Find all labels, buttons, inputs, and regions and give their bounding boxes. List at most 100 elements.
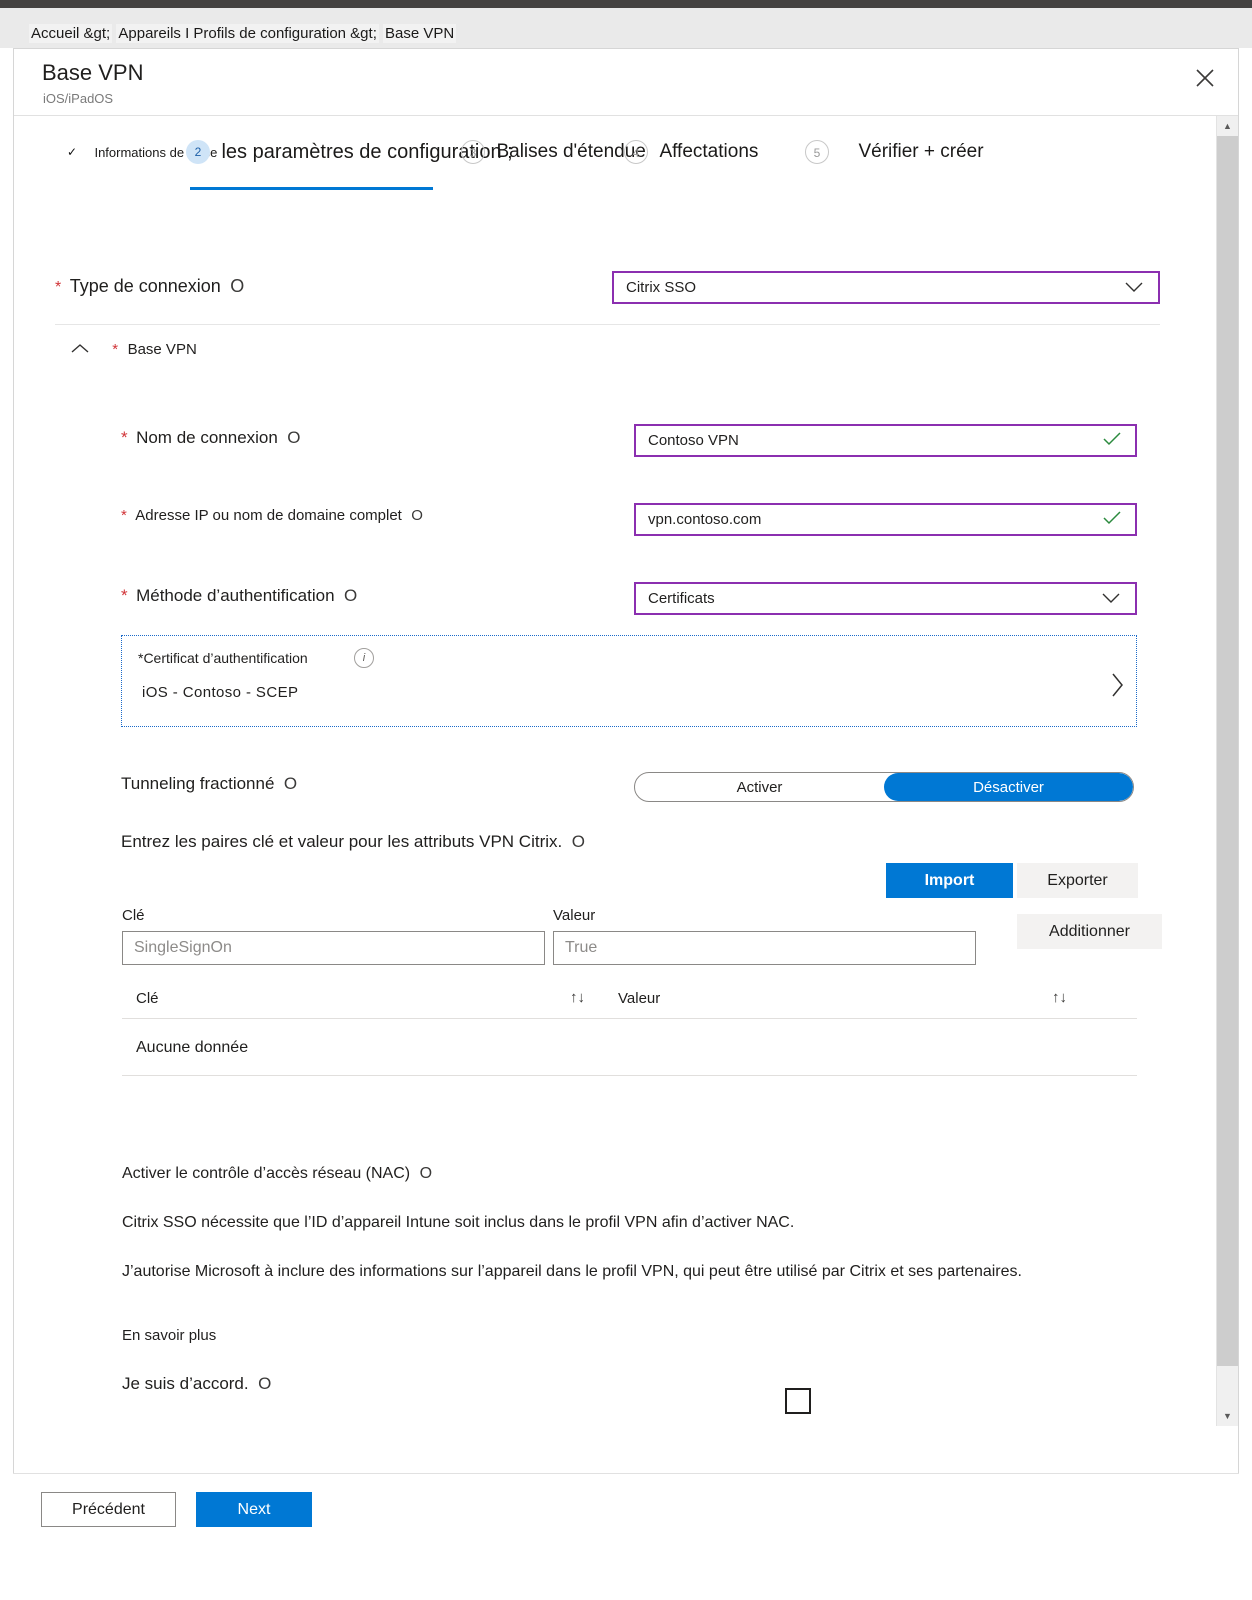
tab-label: Vérifier + créer (858, 141, 984, 162)
connection-type-label: * Type de connexion O (55, 276, 244, 297)
chevron-up-icon (69, 338, 96, 359)
info-icon[interactable]: O (284, 774, 297, 793)
label-text: Type de connexion (69, 276, 221, 296)
agree-label: Je suis d’accord. O (122, 1369, 271, 1400)
required-asterisk: * (55, 279, 62, 296)
breadcrumb: Accueil &gt; Appareils I Profils de conf… (29, 24, 457, 43)
connection-type-dropdown[interactable]: Citrix SSO (612, 271, 1160, 304)
add-button[interactable]: Additionner (1017, 914, 1162, 949)
info-icon[interactable]: O (258, 1374, 271, 1393)
attributes-heading: Entrez les paires clé et valeur pour les… (121, 832, 585, 852)
active-tab-underline (190, 187, 433, 190)
info-icon[interactable]: O (287, 428, 300, 447)
toggle-option-activer[interactable]: Activer (635, 773, 884, 801)
page-subtitle: iOS/iPadOS (43, 91, 114, 106)
required-asterisk: * (121, 428, 128, 447)
label-text: Méthode d’authentification (136, 586, 335, 605)
wizard-tabs: ✓ Informations de Base 2 les paramètres … (14, 134, 1194, 190)
vpn-blade-panel: Base VPN iOS/iPadOS ✓ Informations de Ba… (13, 48, 1239, 1543)
input-value: Contoso VPN (648, 432, 739, 449)
sort-icon[interactable]: ↑↓ (570, 989, 585, 1006)
scrollbar-thumb[interactable] (1217, 136, 1238, 1366)
info-icon[interactable]: i (354, 648, 374, 668)
auth-certificate-value: iOS - Contoso - SCEP (142, 684, 299, 701)
info-icon[interactable]: O (420, 1165, 432, 1182)
divider (55, 324, 1160, 325)
tab-label: Affectations (659, 141, 759, 162)
label-text: Adresse IP ou nom de domaine complet (135, 507, 402, 524)
vertical-scrollbar[interactable]: ▲ ▼ (1216, 116, 1238, 1426)
table-empty-message: Aucune donnée (136, 1039, 249, 1056)
selected-value: Citrix SSO (626, 279, 697, 296)
chevron-down-icon (1124, 278, 1144, 298)
key-input[interactable] (122, 931, 545, 965)
auth-certificate-label: *Certificat d’authentification (138, 650, 308, 666)
table-column-value[interactable]: Valeur (618, 990, 660, 1007)
breadcrumb-item-home[interactable]: Accueil &gt; (29, 24, 113, 43)
label-text: Activer le contrôle d’accès réseau (NAC) (122, 1165, 411, 1182)
auth-method-label: * Méthode d’authentification O (121, 586, 357, 606)
next-button[interactable]: Next (196, 1492, 312, 1527)
scroll-up-icon[interactable]: ▲ (1217, 116, 1238, 136)
window-top-strip (0, 0, 1252, 8)
nac-note: Citrix SSO nécessite que l’ID d’appareil… (122, 1214, 795, 1231)
panel-header: Base VPN iOS/iPadOS (14, 49, 1238, 116)
step-number-badge: 4 (624, 140, 648, 164)
blade-footer: Précédent Next (13, 1473, 1239, 1543)
nac-label: Activer le contrôle d’accès réseau (NAC)… (122, 1159, 1072, 1189)
breadcrumb-item-current: Base VPN (383, 24, 457, 43)
agree-checkbox[interactable] (785, 1388, 811, 1414)
valid-check-icon (1103, 430, 1121, 452)
info-icon[interactable]: O (572, 832, 585, 851)
learn-more-link[interactable]: En savoir plus (122, 1321, 216, 1351)
input-value: vpn.contoso.com (648, 511, 762, 528)
export-button[interactable]: Exporter (1017, 863, 1138, 898)
scroll-down-icon[interactable]: ▼ (1217, 1406, 1238, 1426)
table-column-key[interactable]: Clé (136, 990, 159, 1007)
required-asterisk: * (112, 341, 119, 358)
value-input[interactable] (553, 931, 976, 965)
check-icon: ✓ (66, 145, 78, 159)
required-asterisk: * (121, 586, 128, 605)
tab-affectations[interactable]: 4 Affectations (624, 140, 758, 164)
split-tunneling-label: Tunneling fractionné O (121, 774, 297, 794)
step-number-badge: 3 (461, 140, 485, 164)
previous-button[interactable]: Précédent (41, 1492, 176, 1527)
label-text: Je suis d’accord. (122, 1374, 249, 1393)
selected-value: Certificats (648, 590, 715, 607)
tab-balises-detendue[interactable]: 3 Balises d'étendue (461, 140, 646, 164)
page-title: Base VPN (42, 60, 144, 85)
address-input[interactable]: vpn.contoso.com (634, 503, 1137, 536)
info-icon[interactable]: O (344, 586, 357, 605)
label-text: Nom de connexion (136, 428, 278, 447)
step-number-badge: 5 (805, 140, 829, 164)
label-text: Tunneling fractionné (121, 774, 275, 793)
step-number-badge: 2 (186, 140, 210, 164)
sort-icon[interactable]: ↑↓ (1052, 989, 1067, 1006)
auth-certificate-picker[interactable]: *Certificat d’authentification i iOS - C… (121, 635, 1137, 727)
base-vpn-section-header[interactable]: * Base VPN (69, 338, 197, 360)
heading-text: Entrez les paires clé et valeur pour les… (121, 832, 563, 851)
tab-verifier-creer[interactable]: 5 Vérifier + créer (805, 140, 984, 164)
chevron-down-icon (1101, 589, 1121, 609)
import-button[interactable]: Import (886, 863, 1013, 898)
toggle-option-desactiver[interactable]: Désactiver (884, 773, 1133, 801)
split-tunneling-toggle[interactable]: Activer Désactiver (634, 772, 1134, 802)
table-header-divider (122, 1018, 1137, 1019)
close-icon[interactable] (1188, 61, 1222, 95)
blade-scroll-content: ✓ Informations de Base 2 les paramètres … (14, 116, 1238, 1426)
valid-check-icon (1103, 509, 1121, 531)
chevron-right-icon (1110, 672, 1124, 704)
nac-consent-text: J’autorise Microsoft à inclure des infor… (122, 1263, 1022, 1280)
breadcrumb-bar: Accueil &gt; Appareils I Profils de conf… (0, 8, 1252, 48)
connection-name-input[interactable]: Contoso VPN (634, 424, 1137, 457)
key-field-label: Clé (122, 907, 145, 924)
auth-method-dropdown[interactable]: Certificats (634, 582, 1137, 615)
section-label: Base VPN (127, 341, 197, 358)
required-asterisk: * (121, 507, 127, 524)
info-icon[interactable]: O (230, 276, 244, 296)
connection-name-label: * Nom de connexion O (121, 428, 301, 448)
table-bottom-divider (122, 1075, 1137, 1076)
info-icon[interactable]: O (411, 507, 423, 524)
breadcrumb-item-devices[interactable]: Appareils I Profils de configuration &gt… (116, 24, 379, 43)
